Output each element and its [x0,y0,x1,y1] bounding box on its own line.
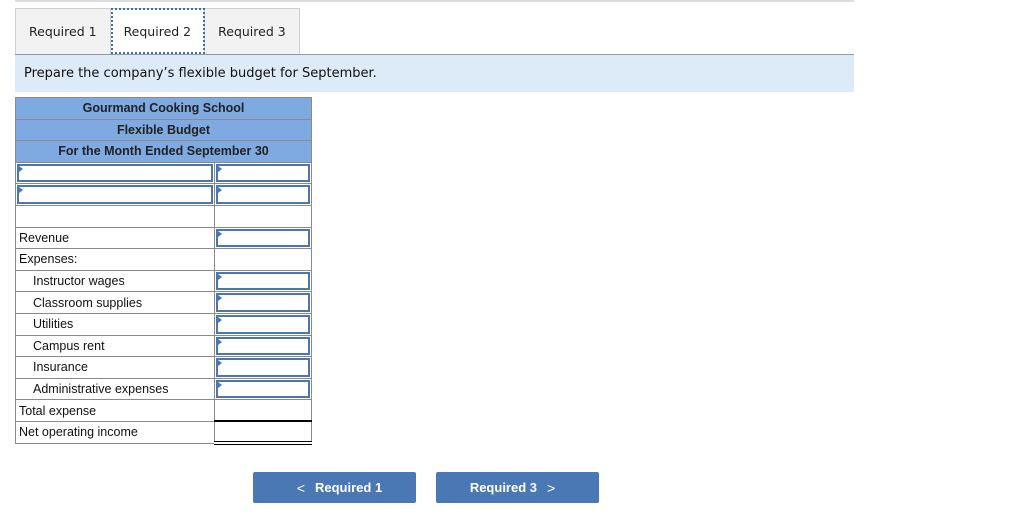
utilities-input[interactable] [218,316,308,332]
value-cell [214,204,312,228]
value-input-wrapper [216,271,310,291]
table-row-campus-rent: Campus rent [14,334,312,358]
net-operating-income-value [214,420,312,445]
value-cell [214,248,312,271]
tab-label: Required 3 [218,24,286,39]
prev-button-label: Required 1 [315,480,383,495]
row-label: Net operating income [14,420,216,444]
insurance-input[interactable] [218,360,308,375]
value-input-wrapper [216,314,310,334]
table-row-classroom-supplies: Classroom supplies [14,291,312,314]
row-label: Utilities [14,312,216,336]
next-button-label: Required 3 [469,480,537,495]
instruction-text: Prepare the company’s flexible budget fo… [24,66,377,81]
label-input-wrapper [17,163,214,183]
row-value-input[interactable] [218,187,308,202]
administrative-expenses-input[interactable] [218,381,308,397]
revenue-input[interactable] [218,230,308,246]
value-cell [214,356,312,379]
table-row-insurance: Insurance [14,356,312,379]
classroom-supplies-input[interactable] [218,295,308,310]
table-row-total-expense: Total expense [14,399,312,423]
value-cell [214,377,312,401]
label-cell [14,204,216,228]
table-row-administrative-expenses: Administrative expenses [14,377,312,401]
chevron-left-icon: < [296,479,305,496]
row-label: Campus rent [14,334,216,358]
statement-title: Flexible Budget [15,118,312,142]
campus-rent-input[interactable] [218,338,308,354]
total-expense-value [214,399,312,423]
statement-period: For the Month Ended September 30 [15,140,312,163]
value-input-wrapper [216,336,310,356]
value-input-wrapper [216,185,310,204]
row-label: Expenses: [14,248,216,271]
table-row [14,161,312,185]
value-cell [214,291,312,314]
value-cell [214,269,312,293]
instructor-wages-input[interactable] [218,273,308,289]
table-row-revenue: Revenue [14,226,312,250]
value-input-wrapper [216,358,310,377]
flexible-budget-table: Gourmand Cooking School Flexible Budget … [14,97,312,445]
company-name: Gourmand Cooking School [15,97,312,120]
row-label: Total expense [14,399,216,422]
requirement-tabs: Required 1 Required 2 Required 3 [15,8,300,55]
row-label: Classroom supplies [14,291,216,314]
row-label-input[interactable] [19,187,212,202]
tab-label: Required 1 [29,24,97,39]
row-label: Insurance [14,356,216,379]
row-label-input[interactable] [19,165,212,181]
value-cell [214,312,312,336]
prev-required-button[interactable]: < Required 1 [253,472,416,503]
tab-label: Required 2 [123,24,192,39]
table-row-expenses-heading: Expenses: [14,248,312,271]
table-row-utilities: Utilities [14,312,312,336]
instruction-banner: Prepare the company’s flexible budget fo… [15,55,854,92]
row-label: Administrative expenses [14,377,216,401]
value-input-wrapper [216,163,310,183]
table-row-instructor-wages: Instructor wages [14,269,312,293]
row-value-input[interactable] [218,165,308,181]
value-input-wrapper [216,379,310,399]
table-row [14,204,312,228]
value-cell [214,334,312,358]
chevron-right-icon: > [547,479,556,496]
value-input-wrapper [216,293,310,312]
label-cell [14,183,216,206]
value-cell [214,161,312,185]
row-label: Revenue [14,226,216,250]
table-row [14,183,312,206]
tab-required-2[interactable]: Required 2 [110,8,206,54]
table-row-net-operating-income: Net operating income [14,420,312,445]
value-cell [214,226,312,250]
value-input-wrapper [216,228,310,248]
label-input-wrapper [17,185,214,204]
row-label: Instructor wages [14,269,216,293]
tab-required-3[interactable]: Required 3 [205,8,300,54]
value-cell [214,183,312,206]
next-required-button[interactable]: Required 3 > [436,472,599,503]
top-divider [15,0,854,2]
label-cell [14,161,216,185]
tab-required-1[interactable]: Required 1 [15,8,111,54]
